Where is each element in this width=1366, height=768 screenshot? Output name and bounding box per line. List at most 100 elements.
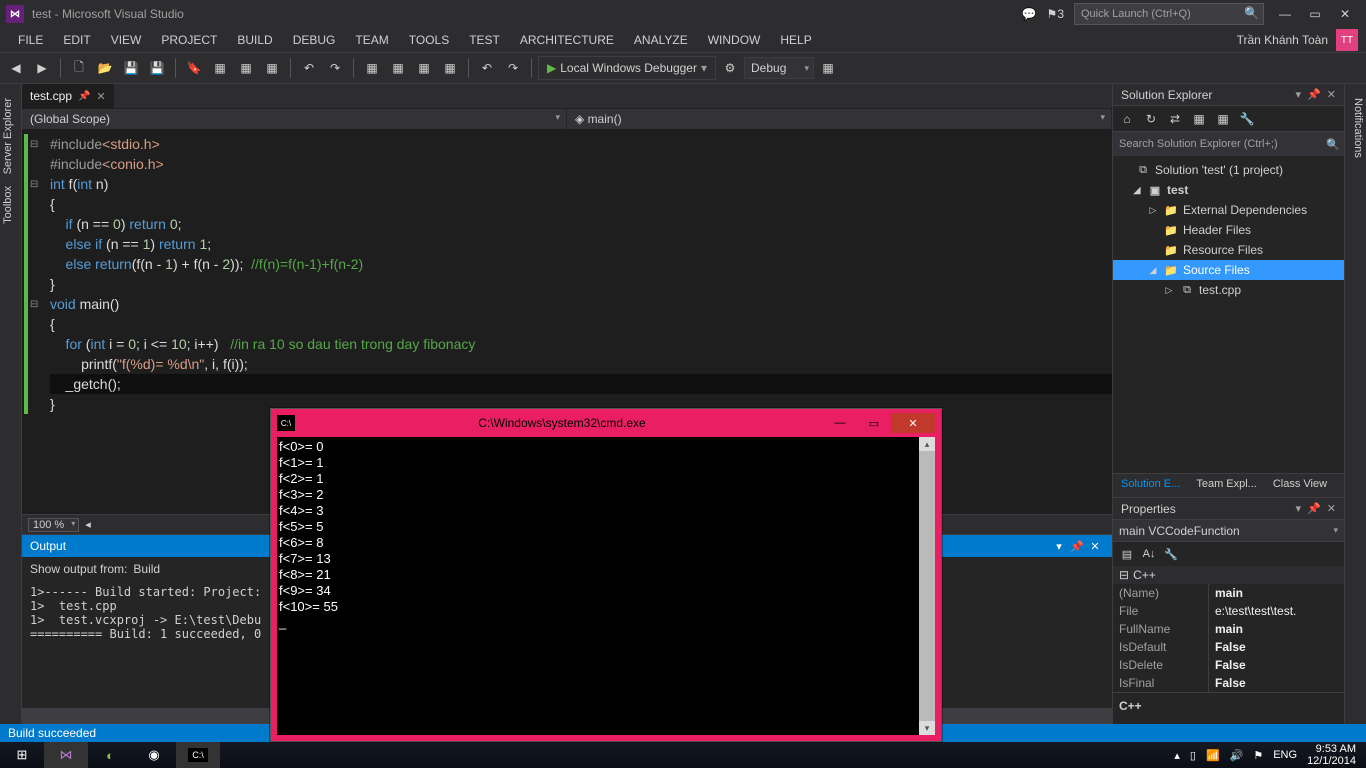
- toolbar-icon[interactable]: ▦: [816, 56, 840, 80]
- sort-icon[interactable]: A↓: [1139, 544, 1159, 564]
- tree-project-node[interactable]: ◢▣test: [1113, 180, 1344, 200]
- menu-architecture[interactable]: ARCHITECTURE: [510, 30, 624, 50]
- server-explorer-tab[interactable]: Server Explorer: [0, 92, 21, 180]
- console-close-button[interactable]: ✕: [891, 413, 935, 433]
- sync-icon[interactable]: ⇄: [1165, 112, 1185, 126]
- taskbar-cmd-icon[interactable]: C:\: [176, 742, 220, 768]
- toolbar-icon[interactable]: ▦: [208, 56, 232, 80]
- menu-file[interactable]: FILE: [8, 30, 53, 50]
- fold-icon[interactable]: ⊟: [30, 295, 38, 315]
- start-button[interactable]: ⊞: [0, 742, 44, 768]
- refresh-icon[interactable]: ↻: [1141, 112, 1161, 126]
- toolbar-icon[interactable]: ▦: [438, 56, 462, 80]
- property-row[interactable]: IsDefaultFalse: [1113, 638, 1344, 656]
- maximize-button[interactable]: ▭: [1300, 3, 1330, 25]
- close-icon[interactable]: ✕: [1086, 540, 1104, 553]
- scope-right-select[interactable]: ◈ main(): [567, 109, 1112, 129]
- open-file-icon[interactable]: 📂: [93, 56, 117, 80]
- nav-back-icon[interactable]: ◀: [4, 56, 28, 80]
- dropdown-icon[interactable]: ▾: [1296, 502, 1302, 515]
- scope-left-select[interactable]: (Global Scope): [22, 109, 567, 129]
- redo-icon[interactable]: ↷: [323, 56, 347, 80]
- save-icon[interactable]: 💾: [119, 56, 143, 80]
- tree-folder-resource[interactable]: 📁Resource Files: [1113, 240, 1344, 260]
- tree-folder-source[interactable]: ◢📁Source Files: [1113, 260, 1344, 280]
- menu-view[interactable]: VIEW: [101, 30, 152, 50]
- property-row[interactable]: IsDeleteFalse: [1113, 656, 1344, 674]
- debug-target-icon[interactable]: ⚙: [718, 56, 742, 80]
- tree-folder-header[interactable]: 📁Header Files: [1113, 220, 1344, 240]
- new-project-icon[interactable]: 🗋: [67, 56, 91, 80]
- user-avatar[interactable]: TT: [1336, 29, 1358, 51]
- console-minimize-button[interactable]: —: [823, 413, 857, 433]
- tab-class-view[interactable]: Class View: [1265, 474, 1335, 497]
- dropdown-icon[interactable]: ▾: [1296, 88, 1302, 101]
- menu-test[interactable]: TEST: [459, 30, 510, 50]
- start-debugging-button[interactable]: ▶ Local Windows Debugger ▾: [538, 56, 716, 80]
- tray-volume-icon[interactable]: 🔊: [1230, 749, 1244, 762]
- save-all-icon[interactable]: 💾: [145, 56, 169, 80]
- toolbar-icon[interactable]: ▦: [1213, 112, 1233, 126]
- property-row[interactable]: IsFinalFalse: [1113, 674, 1344, 692]
- menu-build[interactable]: BUILD: [227, 30, 282, 50]
- tray-flag-icon[interactable]: ⚑: [1253, 749, 1263, 762]
- zoom-select[interactable]: 100 %: [28, 518, 79, 532]
- user-name[interactable]: Trần Khánh Toàn: [1237, 33, 1328, 47]
- feedback-icon[interactable]: 💬: [1022, 7, 1037, 21]
- fold-icon[interactable]: ⊟: [30, 175, 38, 195]
- tray-lang[interactable]: ENG: [1273, 749, 1297, 761]
- toolbox-tab[interactable]: Toolbox: [0, 180, 21, 230]
- properties-icon[interactable]: 🔧: [1237, 112, 1257, 126]
- menu-tools[interactable]: TOOLS: [399, 30, 459, 50]
- console-maximize-button[interactable]: ▭: [857, 413, 891, 433]
- properties-category[interactable]: ⊟C++: [1113, 566, 1344, 584]
- close-button[interactable]: ✕: [1330, 3, 1360, 25]
- split-icon[interactable]: ◂: [85, 518, 91, 531]
- tab-solution-explorer[interactable]: Solution E...: [1113, 474, 1188, 497]
- toolbar-icon[interactable]: ▦: [260, 56, 284, 80]
- console-titlebar[interactable]: C:\ C:\Windows\system32\cmd.exe — ▭ ✕: [271, 409, 941, 437]
- console-scrollbar[interactable]: ▴▾: [919, 437, 935, 735]
- toolbar-icon[interactable]: ▦: [412, 56, 436, 80]
- tray-icon[interactable]: ▯: [1190, 749, 1196, 762]
- fold-icon[interactable]: ⊟: [30, 135, 38, 155]
- pin-icon[interactable]: 📌: [1307, 502, 1321, 515]
- tray-network-icon[interactable]: 📶: [1206, 749, 1220, 762]
- taskbar-chrome-icon[interactable]: ◉: [132, 742, 176, 768]
- undo-icon[interactable]: ↶: [297, 56, 321, 80]
- nav-forward-icon[interactable]: ▶: [30, 56, 54, 80]
- taskbar-app-icon[interactable]: ◐: [88, 742, 132, 768]
- editor-tab[interactable]: test.cpp 📌 ✕: [22, 84, 114, 108]
- close-tab-icon[interactable]: ✕: [96, 90, 105, 103]
- tray-arrow-icon[interactable]: ▴: [1174, 749, 1180, 762]
- toolbar-icon[interactable]: ▦: [234, 56, 258, 80]
- tree-folder-external[interactable]: ▷📁External Dependencies: [1113, 200, 1344, 220]
- notifications-tab[interactable]: Notifications: [1345, 92, 1366, 164]
- home-icon[interactable]: ⌂: [1117, 112, 1137, 126]
- close-icon[interactable]: ✕: [1327, 88, 1336, 101]
- step-back-icon[interactable]: ↶: [475, 56, 499, 80]
- solution-search-input[interactable]: Search Solution Explorer (Ctrl+;) 🔍: [1113, 132, 1344, 156]
- menu-help[interactable]: HELP: [770, 30, 821, 50]
- property-row[interactable]: Filee:\test\test\test.: [1113, 602, 1344, 620]
- toolbar-icon[interactable]: ▦: [386, 56, 410, 80]
- configuration-select[interactable]: Debug: [744, 57, 814, 79]
- properties-object-select[interactable]: main VCCodeFunction: [1113, 520, 1344, 542]
- tree-solution-node[interactable]: ⧉Solution 'test' (1 project): [1113, 160, 1344, 180]
- menu-window[interactable]: WINDOW: [698, 30, 771, 50]
- close-icon[interactable]: ✕: [1327, 502, 1336, 515]
- toolbar-icon[interactable]: ▦: [1189, 112, 1209, 126]
- property-row[interactable]: FullNamemain: [1113, 620, 1344, 638]
- output-source-select[interactable]: Build: [133, 562, 160, 576]
- taskbar-vs-icon[interactable]: ⋈: [44, 742, 88, 768]
- property-row[interactable]: (Name)main: [1113, 584, 1344, 602]
- quick-launch-input[interactable]: Quick Launch (Ctrl+Q) 🔍: [1074, 3, 1264, 25]
- menu-team[interactable]: TEAM: [345, 30, 398, 50]
- menu-analyze[interactable]: ANALYZE: [624, 30, 698, 50]
- wrench-icon[interactable]: 🔧: [1161, 544, 1181, 564]
- pin-icon[interactable]: 📌: [1068, 540, 1086, 553]
- tab-team-explorer[interactable]: Team Expl...: [1188, 474, 1265, 497]
- menu-debug[interactable]: DEBUG: [283, 30, 346, 50]
- console-window[interactable]: C:\ C:\Windows\system32\cmd.exe — ▭ ✕ f<…: [270, 408, 942, 742]
- menu-edit[interactable]: EDIT: [53, 30, 100, 50]
